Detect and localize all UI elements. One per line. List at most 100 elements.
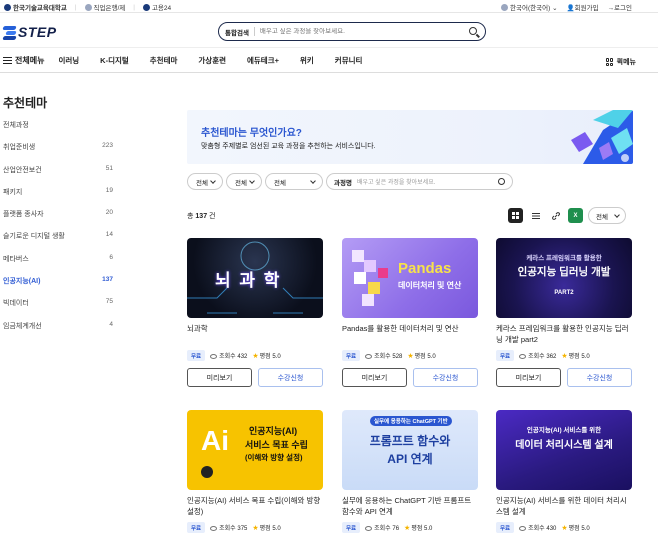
bank-link[interactable]: 직업은행/제 [84,2,125,12]
course-card[interactable]: Pandas 데이터처리 및 연산 Pandas를 활용한 데이터처리 및 연산… [342,238,478,387]
nav-item-vr[interactable]: 가상훈련 [198,55,226,66]
course-title[interactable]: 뇌과학 [187,323,323,347]
search-icon[interactable] [469,27,477,35]
search-input[interactable] [259,28,460,35]
grid-view-button[interactable] [508,208,523,223]
sidebar-item-all[interactable]: 전체과정 [3,120,113,142]
sidebar-item-package[interactable]: 패키지 19 [3,187,113,209]
login-link[interactable]: →로그인 [608,2,632,12]
preview-button[interactable]: 미리보기 [496,368,561,387]
course-thumbnail[interactable]: 인공지능(AI) 서비스를 위한 데이터 처리시스템 설계 [496,410,632,490]
course-title[interactable]: 케라스 프레임워크를 활용한 인공지능 딥러닝 개발 part2 [496,323,632,347]
excel-icon: X [573,212,578,219]
banner-illustration [571,110,633,164]
logo-text: STEP [18,24,57,40]
nav-item-community[interactable]: 커뮤니티 [335,55,363,66]
excel-download-button[interactable]: X [568,208,583,223]
eye-icon [210,526,218,531]
list-view-button[interactable] [528,208,543,223]
result-count: 총 137 건 [187,211,216,221]
course-thumbnail[interactable]: Ai 인공지능(AI) 서비스 목표 수립 (이해와 방향 설정) [187,410,323,490]
filter-select-3[interactable]: 전체 [265,173,323,190]
course-thumbnail[interactable]: 뇌 과 학 [187,238,323,318]
search-icon[interactable] [498,178,505,185]
sort-select[interactable]: 전체 [588,207,626,224]
sidebar-item-label: 플랫폼 종사자 [3,211,44,219]
star-icon: ★ [407,353,414,360]
free-badge: 무료 [342,350,361,361]
sidebar-item-label: 패키지 [3,188,23,196]
course-card[interactable]: 인공지능(AI) 서비스를 위한 데이터 처리시스템 설계 인공지능(AI) 서… [496,410,632,533]
utility-bar: 한국기술교육대학교 | 직업은행/제 | 고용24 한국어(한국어) ⌄ 👤회원… [0,0,658,13]
course-card[interactable]: Ai 인공지능(AI) 서비스 목표 수립 (이해와 방향 설정) 인공지능(A… [187,410,323,533]
global-search: 통합검색 [218,22,486,41]
sidebar-item-jobseeker[interactable]: 취업준비생 223 [3,142,113,164]
course-thumbnail[interactable]: Pandas 데이터처리 및 연산 [342,238,478,318]
theme-sidebar: 전체과정 취업준비생 223 산업안전보건 51 패키지 19 플랫폼 종사자 20 슬… [3,120,113,343]
quick-menu-button[interactable]: 퀵메뉴 [605,57,636,67]
all-menu-button[interactable]: 전체메뉴 [3,55,44,66]
free-badge: 무료 [187,350,206,361]
sidebar-item-count: 223 [102,142,113,150]
eye-icon [365,354,373,359]
sidebar-item-safety[interactable]: 산업안전보건 51 [3,165,113,187]
thumbnail-kicker: 케라스 프레임워크를 활용한 [526,255,602,262]
course-thumbnail[interactable]: 케라스 프레임워크를 활용한 인공지능 딥러닝 개발 PART2 [496,238,632,318]
course-title[interactable]: Pandas를 활용한 데이터처리 및 연산 [342,323,478,347]
globe-icon [501,4,509,11]
course-title[interactable]: 인공지능(AI) 서비스를 위한 데이터 처리시스템 설계 [496,495,632,519]
quick-menu-label: 퀵메뉴 [616,59,636,66]
sidebar-item-count: 20 [105,209,113,217]
sidebar-item-label: 취업준비생 [3,144,36,152]
sidebar-item-label: 임금체계개선 [3,322,42,330]
sidebar-item-wage[interactable]: 임금체계개선 4 [3,321,113,343]
share-link-button[interactable] [548,208,563,223]
rating: ★평점 5.0 [252,525,281,532]
course-card[interactable]: 실무에 응용하는 ChatGPT 기반 프롬프트 함수와 API 연계 실무에 … [342,410,478,533]
sidebar-item-digital-life[interactable]: 슬기로운 디지털 생활 14 [3,231,113,253]
join-link[interactable]: 👤회원가입 [567,2,599,12]
nav-item-wiki[interactable]: 위키 [300,55,314,66]
filter-select-2[interactable]: 전체 [226,173,262,190]
apply-button[interactable]: 수강신청 [567,368,632,387]
sidebar-item-bigdata[interactable]: 빅데이터 75 [3,298,113,320]
view-count: 조회수 430 [519,523,556,532]
svg-text:Ai: Ai [201,425,229,456]
goyong-link[interactable]: 고용24 [142,2,171,12]
univ-link[interactable]: 한국기술교육대학교 [4,2,67,12]
thumbnail-subtitle: PART2 [554,290,574,296]
sidebar-item-count: 14 [105,231,113,239]
course-card[interactable]: 뇌 과 학 뇌과학 무료 조회수 432 ★평점 5.0 미리보기 수강신청 [187,238,323,387]
thumbnail-title: 인공지능(AI) [249,426,298,436]
apply-button[interactable]: 수강신청 [413,368,478,387]
rating: ★평점 5.0 [561,353,590,360]
course-thumbnail[interactable]: 실무에 응용하는 ChatGPT 기반 프롬프트 함수와 API 연계 [342,410,478,490]
sidebar-item-metaverse[interactable]: 메타버스 6 [3,254,113,276]
course-title[interactable]: 실무에 응용하는 ChatGPT 기반 프롬프트 함수와 API 연계 [342,495,478,519]
nav-item-kdigital[interactable]: K-디지털 [100,55,129,66]
page-title: 추천테마 [3,96,48,110]
bank-logo-icon [84,4,92,11]
course-search-input[interactable]: 배우고 싶은 과정을 찾아보세요. [357,177,435,186]
sidebar-item-count: 75 [105,298,113,306]
preview-button[interactable]: 미리보기 [342,368,407,387]
course-title[interactable]: 인공지능(AI) 서비스 목표 수립(이해와 방향 설정) [187,495,323,519]
nav-item-edutech[interactable]: 에듀테크+ [247,55,279,66]
nav-item-theme[interactable]: 추천테마 [150,55,178,66]
thumbnail-title: 프롬프트 함수와 [369,434,451,448]
apply-button[interactable]: 수강신청 [258,368,323,387]
result-count-prefix: 총 [187,213,194,220]
star-icon: ★ [252,525,259,532]
course-search[interactable]: 과정명 배우고 싶은 과정을 찾아보세요. [326,173,513,190]
step-logo-icon [2,25,17,40]
preview-button[interactable]: 미리보기 [187,368,252,387]
language-select[interactable]: 한국어(한국어) ⌄ [501,2,558,12]
nav-item-elearning[interactable]: 이러닝 [58,55,79,66]
search-scope[interactable]: 통합검색 [225,27,249,37]
filter-select-1[interactable]: 전체 [187,173,223,190]
sidebar-item-ai[interactable]: 인공지능(AI) 137 [3,276,113,298]
sidebar-item-platform[interactable]: 플랫폼 종사자 20 [3,209,113,231]
course-card[interactable]: 케라스 프레임워크를 활용한 인공지능 딥러닝 개발 PART2 케라스 프레임… [496,238,632,387]
divider: | [133,3,135,11]
step-logo[interactable]: STEP [2,24,57,40]
